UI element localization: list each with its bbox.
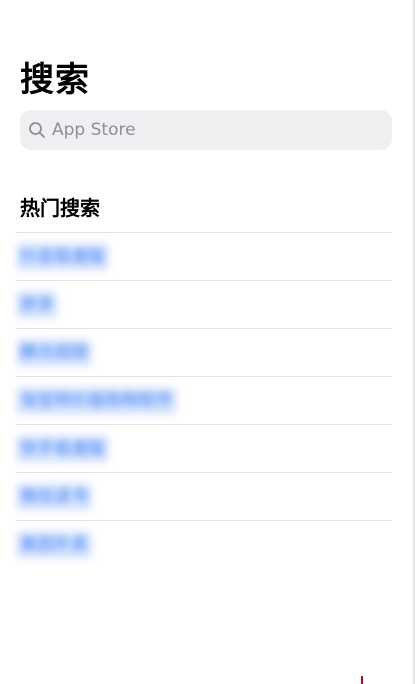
page-title: 搜索	[20, 60, 90, 100]
list-item[interactable]: 微信读书	[16, 472, 392, 520]
search-input[interactable]	[52, 110, 382, 150]
trending-search-link[interactable]: 腾讯视频	[16, 339, 92, 367]
trending-search-link[interactable]: 拼多	[16, 291, 58, 319]
list-item[interactable]: 抖音极速版	[16, 232, 392, 280]
trending-searches-title: 热门搜索	[20, 196, 100, 220]
trending-searches-list: 抖音极速版 拼多 腾讯视频 淘宝特价版购物软件 快手极速版 微信读书 美团外卖	[16, 232, 392, 568]
search-icon	[29, 122, 45, 138]
trending-search-link[interactable]: 淘宝特价版购物软件	[16, 387, 177, 415]
trending-search-link[interactable]: 快手极速版	[16, 435, 109, 463]
list-item[interactable]: 美团外卖	[16, 520, 392, 568]
search-bar[interactable]	[20, 110, 392, 150]
list-item[interactable]: 淘宝特价版购物软件	[16, 376, 392, 424]
list-item[interactable]: 腾讯视频	[16, 328, 392, 376]
trending-search-link[interactable]: 美团外卖	[16, 531, 92, 559]
trending-search-link[interactable]: 抖音极速版	[16, 243, 109, 271]
trending-search-link[interactable]: 微信读书	[16, 483, 92, 511]
edge-marker	[361, 676, 363, 684]
list-item[interactable]: 快手极速版	[16, 424, 392, 472]
list-item[interactable]: 拼多	[16, 280, 392, 328]
